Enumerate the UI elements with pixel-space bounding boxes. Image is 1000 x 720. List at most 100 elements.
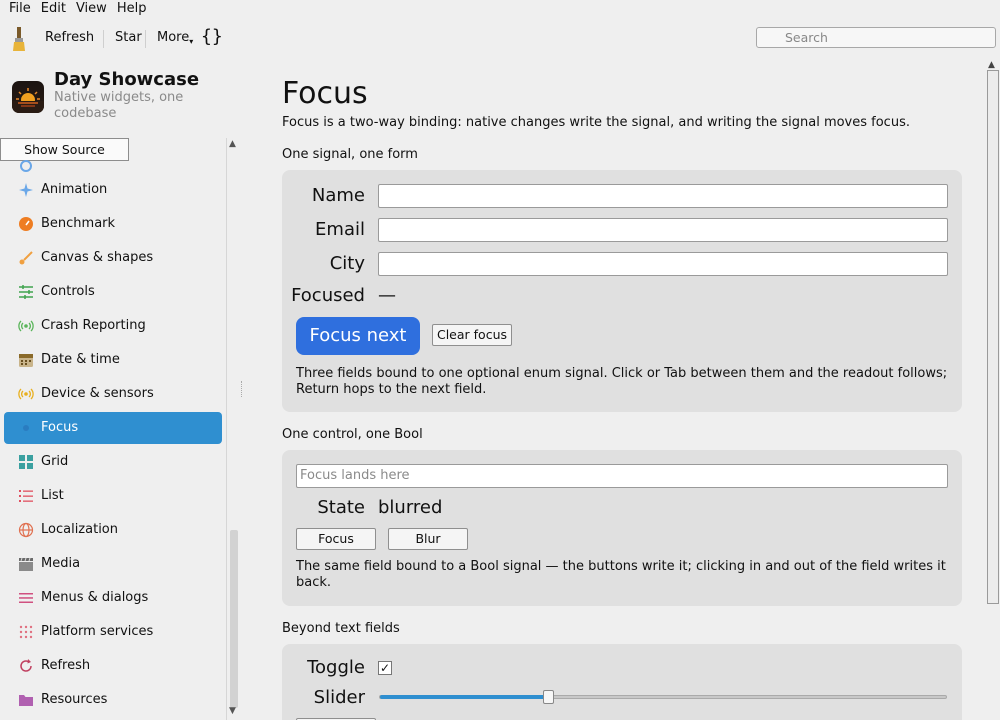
section-label: One control, one Bool — [282, 427, 423, 442]
controls-card: Toggle ✓ Slider — [282, 644, 962, 720]
sidebar-item-label: Refresh — [41, 658, 91, 673]
city-label: City — [329, 253, 365, 274]
app-title: Day Showcase — [54, 69, 200, 90]
sidebar-item-label: Crash Reporting — [41, 318, 146, 333]
bool-card: Focus lands here State blurred Focus Blu… — [282, 450, 962, 606]
section-label: One signal, one form — [282, 147, 418, 162]
sidebar-item-label: Grid — [41, 454, 69, 469]
sidebar-item-controls[interactable]: Controls — [4, 276, 222, 308]
form-card: Name Email City Focused — Focus next Cle… — [282, 170, 962, 412]
splitter-handle[interactable] — [241, 381, 243, 397]
email-field[interactable] — [378, 218, 948, 242]
sunset-icon — [12, 88, 44, 113]
sensor-icon — [18, 388, 34, 400]
focused-label: Focused — [291, 285, 365, 306]
menu-help[interactable]: Help — [112, 0, 152, 18]
name-label: Name — [311, 185, 365, 206]
scroll-up-icon[interactable]: ▲ — [988, 60, 995, 70]
toolbar: Refresh Star More▾ {} Search — [0, 18, 1000, 60]
toolbar-divider — [145, 30, 146, 48]
menu-edit[interactable]: Edit — [36, 0, 71, 18]
toolbar-divider — [103, 30, 104, 48]
toggle-label: Toggle — [307, 657, 365, 678]
section-note: Three fields bound to one optional enum … — [296, 366, 948, 397]
scroll-up-icon[interactable]: ▲ — [229, 139, 236, 149]
sidebar-item-focus[interactable]: Focus — [4, 412, 222, 444]
sidebar-item-device-sensors[interactable]: Device & sensors — [4, 378, 222, 410]
sidebar-item-label: Device & sensors — [41, 386, 154, 401]
sidebar-item-list[interactable]: List — [4, 480, 222, 512]
sidebar-item-platform-services[interactable]: Platform services — [4, 616, 222, 648]
name-field[interactable] — [378, 184, 948, 208]
section-label: Beyond text fields — [282, 621, 400, 636]
focus-target-field[interactable]: Focus lands here — [296, 464, 948, 488]
sidebar-item-label: Date & time — [41, 352, 120, 367]
focus-button[interactable]: Focus — [296, 528, 376, 550]
star-button[interactable]: Star — [115, 30, 142, 46]
sidebar-item-label: Canvas & shapes — [41, 250, 154, 265]
focus-next-button[interactable]: Focus next — [296, 317, 420, 355]
more-button[interactable]: More▾ — [157, 30, 193, 50]
gauge-icon — [19, 217, 33, 231]
state-label: State — [317, 497, 365, 518]
menu-bar: File Edit View Help — [0, 0, 1000, 18]
brush-icon[interactable] — [10, 26, 28, 52]
globe-icon — [18, 522, 34, 538]
sidebar-item-crash-reporting[interactable]: Crash Reporting — [4, 310, 222, 342]
sidebar-item-label: Resources — [41, 692, 108, 707]
focus-icon — [23, 425, 29, 431]
sidebar-item-label: Platform services — [41, 624, 154, 639]
sidebar-item-label: Localization — [41, 522, 118, 537]
menu-icon — [19, 593, 33, 603]
refresh-button[interactable]: Refresh — [45, 30, 94, 46]
toggle-checkbox[interactable]: ✓ — [378, 661, 392, 675]
main-scrollbar[interactable]: ▲ — [986, 60, 1000, 720]
search-input[interactable]: Search — [756, 27, 996, 48]
focused-readout: — — [378, 285, 396, 306]
sidebar-item-benchmark[interactable]: Benchmark — [4, 208, 222, 240]
list-icon — [19, 490, 33, 502]
sidebar-item-label: Animation — [41, 182, 108, 197]
sparkles-icon — [19, 183, 33, 197]
sidebar-item-media[interactable]: Media — [4, 548, 222, 580]
menu-view[interactable]: View — [71, 0, 112, 18]
sidebar-item-label: Benchmark — [41, 216, 116, 231]
sidebar-item-refresh[interactable]: Refresh — [4, 650, 222, 682]
app-subtitle: Native widgets, one codebase — [54, 90, 184, 121]
sidebar-item-label: Controls — [41, 284, 95, 299]
sliders-icon — [19, 285, 33, 299]
blur-button[interactable]: Blur — [388, 528, 468, 550]
city-field[interactable] — [378, 252, 948, 276]
braces-button[interactable]: {} — [201, 26, 223, 47]
sidebar-item-resources[interactable]: Resources — [4, 684, 222, 716]
state-value: blurred — [378, 497, 443, 518]
sidebar-item-label: Focus — [41, 420, 79, 435]
slider-label: Slider — [313, 687, 365, 708]
sidebar-scrollbar[interactable]: ▲ ▼ — [226, 138, 240, 720]
broadcast-icon — [18, 320, 34, 332]
sidebar-item-canvas-shapes[interactable]: Canvas & shapes — [4, 242, 222, 274]
sidebar-nav: Animation Benchmark Canvas & shapes Cont… — [0, 160, 226, 720]
show-source-button[interactable]: Show Source — [0, 138, 129, 161]
slider-fill — [380, 695, 551, 699]
scrollbar-thumb[interactable] — [987, 70, 999, 604]
sidebar-item-localization[interactable]: Localization — [4, 514, 222, 546]
partial-icon — [20, 160, 32, 172]
sidebar-item-label: Menus & dialogs — [41, 590, 149, 605]
clear-focus-button[interactable]: Clear focus — [432, 324, 512, 346]
section-note: The same field bound to a Bool signal — … — [296, 559, 946, 590]
sidebar-item-grid[interactable]: Grid — [4, 446, 222, 478]
scroll-down-icon[interactable]: ▼ — [229, 706, 236, 716]
app-logo — [12, 81, 44, 113]
scrollbar-thumb[interactable] — [230, 530, 238, 708]
sidebar-item-animation[interactable]: Animation — [4, 174, 222, 206]
sidebar-item-date-time[interactable]: Date & time — [4, 344, 222, 376]
menu-file[interactable]: File — [0, 0, 36, 18]
clapper-icon — [19, 557, 33, 571]
sidebar-item-menus-dialogs[interactable]: Menus & dialogs — [4, 582, 222, 614]
slider-thumb[interactable] — [543, 690, 555, 704]
page-title: Focus — [282, 76, 368, 111]
chevron-down-icon: ▾ — [189, 37, 194, 46]
slider-track[interactable] — [379, 695, 947, 699]
sidebar-item-label: List — [41, 488, 64, 503]
